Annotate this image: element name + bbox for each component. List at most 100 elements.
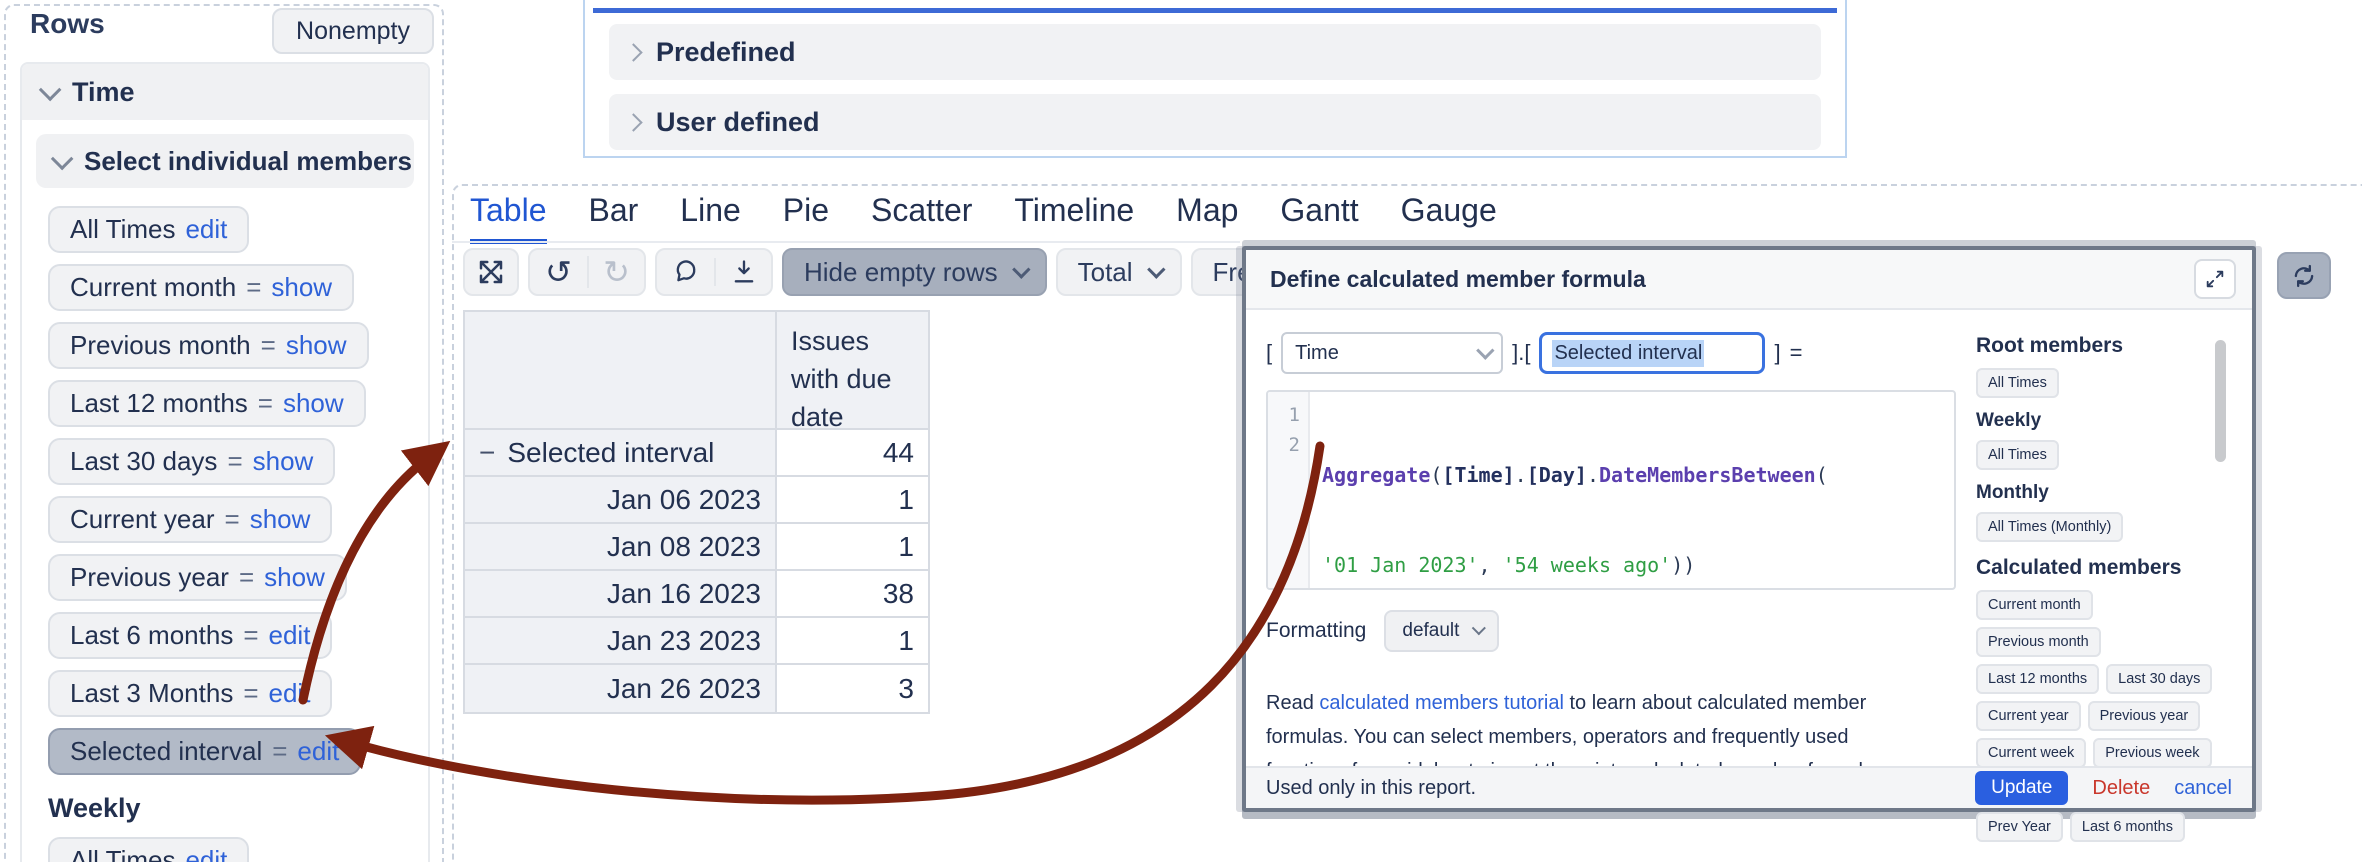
member-chip-last-6-months[interactable]: Last 6 months = edit xyxy=(48,612,333,659)
member-chip-previous-year[interactable]: Previous year = show xyxy=(48,554,347,601)
refresh-report-button[interactable] xyxy=(2277,252,2331,299)
formatting-select[interactable]: default xyxy=(1384,610,1500,652)
chevron-down-icon xyxy=(1472,621,1487,636)
sidebar-scrollbar[interactable] xyxy=(2215,340,2226,462)
tab-gauge[interactable]: Gauge xyxy=(1401,192,1497,244)
calc-member-chip[interactable]: Prev Year xyxy=(1976,812,2063,842)
member-chip-list: All Times edit Current month = show Previou… xyxy=(22,202,428,862)
tab-gantt[interactable]: Gantt xyxy=(1280,192,1358,244)
table-row[interactable]: Jan 06 2023 1 xyxy=(465,477,928,524)
member-chip-previous-month[interactable]: Previous month = show xyxy=(48,322,369,369)
member-action-link[interactable]: edit xyxy=(269,620,311,651)
code-line-1: Aggregate([Time].[Day].DateMembersBetwee… xyxy=(1322,460,1828,490)
member-chip-last-3-months[interactable]: Last 3 Months = edit xyxy=(48,670,333,717)
footer-actions: Update Delete cancel xyxy=(1975,771,2232,805)
cancel-link[interactable]: cancel xyxy=(2174,777,2232,800)
user-defined-label: User defined xyxy=(656,106,820,137)
update-button[interactable]: Update xyxy=(1975,771,2069,805)
member-action-link[interactable]: show xyxy=(283,388,344,419)
delete-link[interactable]: Delete xyxy=(2092,777,2150,800)
weekly-member-chip[interactable]: All Times xyxy=(1976,440,2059,470)
member-action-link[interactable]: show xyxy=(271,272,332,303)
total-button[interactable]: Total xyxy=(1055,248,1182,296)
member-chip-last-12-months[interactable]: Last 12 months = show xyxy=(48,380,366,427)
root-member-chip[interactable]: All Times xyxy=(1976,368,2059,398)
calc-member-chip[interactable]: Current month xyxy=(1976,590,2093,620)
member-action-link[interactable]: show xyxy=(286,330,347,361)
member-action-link[interactable]: edit xyxy=(185,845,227,862)
table-row[interactable]: Jan 26 2023 3 xyxy=(465,665,928,712)
predefined-section-row[interactable]: Predefined xyxy=(609,24,1821,80)
tab-line[interactable]: Line xyxy=(680,192,741,244)
member-label: Last 30 days xyxy=(70,446,218,476)
calc-member-chip[interactable]: Last 6 months xyxy=(2069,812,2185,842)
editor-code[interactable]: Aggregate([Time].[Day].DateMembersBetwee… xyxy=(1310,392,1828,588)
member-action-link[interactable]: show xyxy=(250,504,311,535)
code-token: Aggregate xyxy=(1322,463,1431,487)
calc-member-chip[interactable]: Current week xyxy=(1976,738,2087,768)
row-value-cell: 1 xyxy=(777,477,928,522)
tab-table[interactable]: Table xyxy=(470,192,547,244)
time-dimension-header[interactable]: Time xyxy=(22,64,428,120)
tutorial-link[interactable]: calculated members tutorial xyxy=(1319,692,1564,714)
dimension-select[interactable]: Time xyxy=(1281,332,1504,374)
root-members-heading: Root members xyxy=(1976,334,2124,357)
member-action-link[interactable]: show xyxy=(253,446,314,477)
member-action-link[interactable]: edit xyxy=(269,678,311,709)
row-label-cell[interactable]: − Selected interval xyxy=(465,430,777,475)
undo-button[interactable]: ↺ xyxy=(530,256,587,288)
collapse-minus-icon[interactable]: − xyxy=(479,437,495,469)
user-defined-section-row[interactable]: User defined xyxy=(609,94,1821,150)
row-label-cell[interactable]: Jan 06 2023 xyxy=(465,477,777,522)
tab-scatter[interactable]: Scatter xyxy=(871,192,972,244)
redo-button[interactable]: ↻ xyxy=(587,256,644,288)
footer-note: Used only in this report. xyxy=(1266,776,1477,799)
select-individual-members-header[interactable]: Select individual members xyxy=(36,134,414,188)
member-eq: = xyxy=(246,272,262,302)
tab-bar[interactable]: Bar xyxy=(589,192,639,244)
comment-button[interactable] xyxy=(657,258,714,286)
row-label-cell[interactable]: Jan 26 2023 xyxy=(465,665,777,712)
calc-member-chip[interactable]: Previous month xyxy=(1976,627,2101,657)
nonempty-button[interactable]: Nonempty xyxy=(272,8,434,54)
row-label-cell[interactable]: Jan 08 2023 xyxy=(465,524,777,569)
tab-map[interactable]: Map xyxy=(1176,192,1238,244)
table-row[interactable]: Jan 08 2023 1 xyxy=(465,524,928,571)
member-chip-current-month[interactable]: Current month = show xyxy=(48,264,355,311)
member-action-link[interactable]: edit xyxy=(185,214,227,245)
member-chip-selected-interval[interactable]: Selected interval = edit xyxy=(48,728,362,775)
member-chip-current-year[interactable]: Current year = show xyxy=(48,496,333,543)
member-name-input[interactable]: Selected interval xyxy=(1539,332,1766,374)
monthly-member-chip[interactable]: All Times (Monthly) xyxy=(1976,512,2124,542)
row-label-cell[interactable]: Jan 23 2023 xyxy=(465,618,777,663)
calc-member-chip[interactable]: Last 12 months xyxy=(1976,664,2100,694)
calc-member-chip[interactable]: Previous week xyxy=(2093,738,2212,768)
time-dimension-label: Time xyxy=(72,76,135,107)
dialog-resize-button[interactable] xyxy=(2194,259,2236,299)
member-action-link[interactable]: show xyxy=(264,562,325,593)
help-pre: Read xyxy=(1266,692,1320,714)
undo-redo-group: ↺ ↻ xyxy=(528,248,646,296)
table-row[interactable]: Jan 23 2023 1 xyxy=(465,618,928,665)
row-label-cell[interactable]: Jan 16 2023 xyxy=(465,571,777,616)
download-button[interactable] xyxy=(714,258,771,286)
table-row[interactable]: − Selected interval 44 xyxy=(465,430,928,477)
member-label: Last 6 months xyxy=(70,620,234,650)
member-select-popup: Predefined User defined xyxy=(583,0,1847,158)
calc-member-chip[interactable]: Last 30 days xyxy=(2106,664,2213,694)
tab-pie[interactable]: Pie xyxy=(783,192,829,244)
member-chip-weekly-all-times[interactable]: All Times edit xyxy=(48,837,250,862)
member-eq: = xyxy=(227,446,243,476)
member-action-link[interactable]: edit xyxy=(297,736,339,767)
calc-member-chip[interactable]: Previous year xyxy=(2087,701,2201,731)
member-chip-last-30-days[interactable]: Last 30 days = show xyxy=(48,438,336,485)
formula-code-editor[interactable]: 1 2 Aggregate([Time].[Day].DateMembersBe… xyxy=(1266,390,1956,590)
expand-table-button[interactable] xyxy=(463,248,519,296)
calc-member-chip[interactable]: Current year xyxy=(1976,701,2081,731)
dialog-footer: Used only in this report. Update Delete … xyxy=(1246,766,2252,808)
measure-header-cell[interactable]: Issues with due date xyxy=(777,312,928,432)
table-row[interactable]: Jan 16 2023 38 xyxy=(465,571,928,618)
hide-empty-rows-button[interactable]: Hide empty rows xyxy=(782,248,1047,296)
tab-timeline[interactable]: Timeline xyxy=(1014,192,1134,244)
member-chip-all-times[interactable]: All Times edit xyxy=(48,206,250,253)
